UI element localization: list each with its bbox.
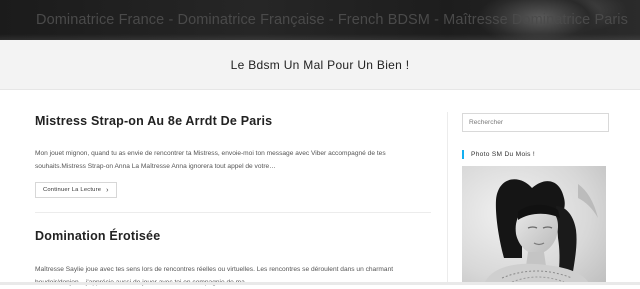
post-separator xyxy=(35,212,431,213)
post-title-link[interactable]: Mistress Strap-on Au 8e Arrdt De Paris xyxy=(35,114,272,128)
read-more-label: Continuer La Lecture xyxy=(43,187,102,193)
portrait-photo xyxy=(462,166,606,285)
site-tagline: Le Bdsm Un Mal Pour Un Bien ! xyxy=(230,58,410,72)
search-input[interactable] xyxy=(462,113,609,132)
post-title-link[interactable]: Domination Érotisée xyxy=(35,229,160,243)
header-banner: Dominatrice France - Dominatrice Françai… xyxy=(0,0,640,40)
sidebar-divider xyxy=(447,112,448,285)
post-excerpt: Mon jouet mignon, quand tu as envie de r… xyxy=(35,150,386,170)
chevron-right-icon: › xyxy=(106,186,109,194)
photo-of-the-month[interactable] xyxy=(462,166,606,285)
tagline-strip: Le Bdsm Un Mal Pour Un Bien ! xyxy=(0,40,640,90)
site-title[interactable]: Dominatrice France - Dominatrice Françai… xyxy=(36,12,628,28)
widget-title: Photo SM Du Mois ! xyxy=(462,149,535,159)
widget-title-text: Photo SM Du Mois ! xyxy=(471,150,536,158)
read-more-button[interactable]: Continuer La Lecture › xyxy=(35,182,117,198)
post-excerpt: Maîtresse Saylie joue avec tes sens lors… xyxy=(35,266,394,286)
widget-accent-bar xyxy=(462,149,464,159)
